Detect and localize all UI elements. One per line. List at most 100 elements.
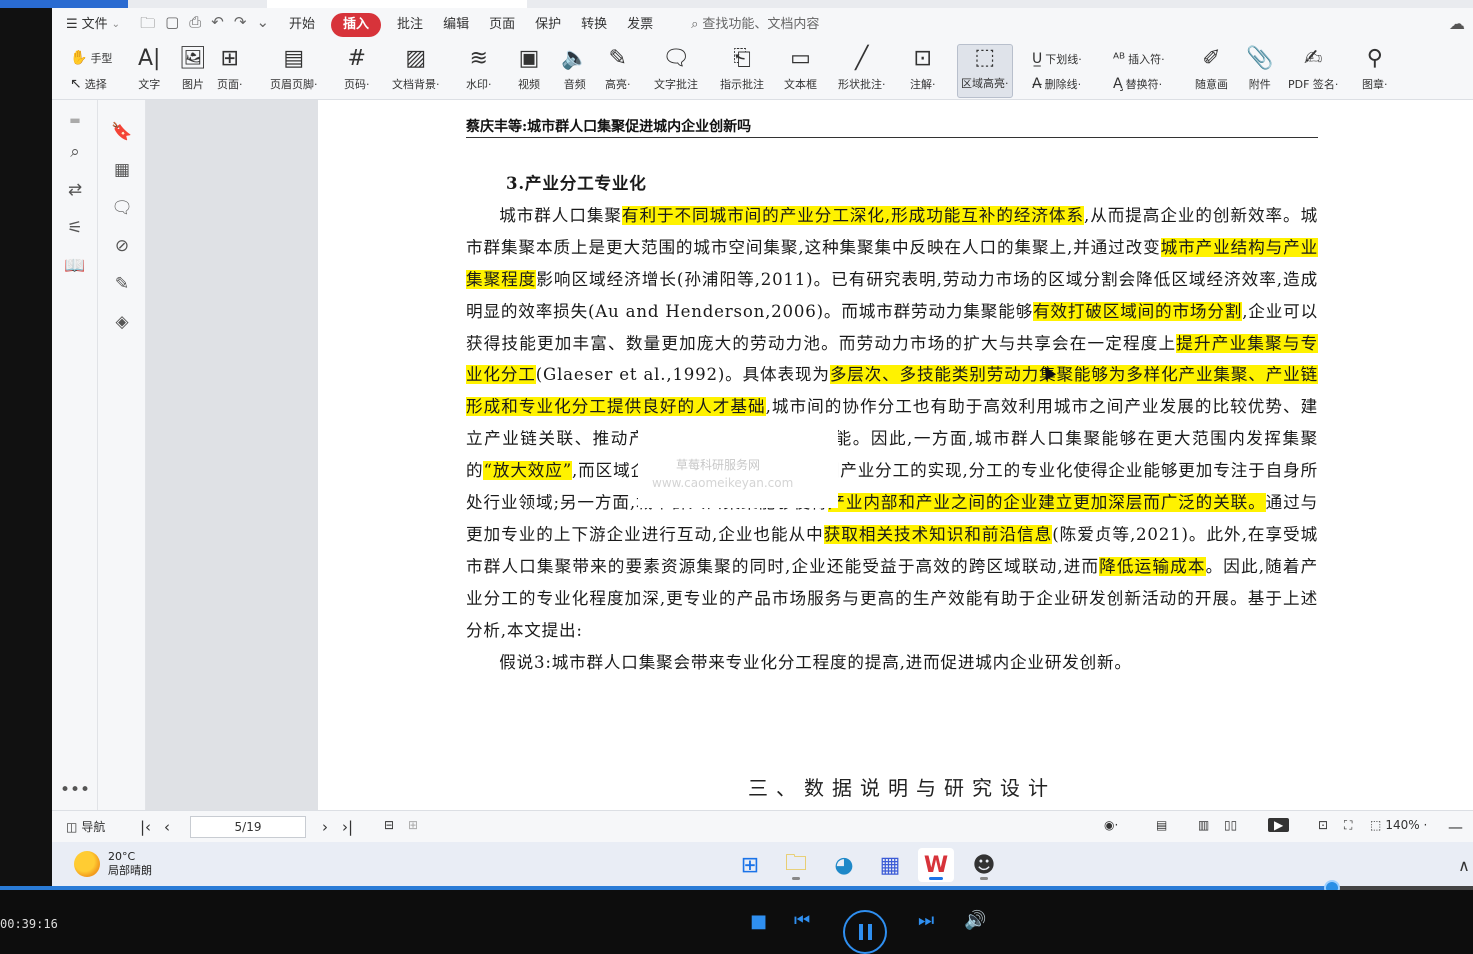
- thumbnail-icon[interactable]: ▦: [107, 158, 137, 182]
- annotation-button[interactable]: ⊡ 注解·: [910, 46, 936, 92]
- tab-invoice[interactable]: 发票: [617, 13, 663, 37]
- page-number-button[interactable]: # 页码·: [344, 46, 370, 92]
- next-page-button[interactable]: ›: [322, 818, 328, 836]
- pointer-comment-icon: ⎗: [733, 46, 751, 71]
- shape-comment-button[interactable]: ╱ 形状批注·: [838, 46, 886, 92]
- search-doc-icon[interactable]: ⌕: [60, 140, 90, 164]
- drag-handle-icon[interactable]: ▬: [60, 108, 90, 132]
- watermark-button[interactable]: ≋ 水印·: [466, 46, 492, 92]
- watermark-text: 草莓科研服务网: [676, 458, 761, 472]
- select-tool-button[interactable]: ↖ 选择: [70, 76, 107, 92]
- two-page-icon: ▯▯: [1224, 818, 1238, 832]
- zoom-out-button[interactable]: —: [1448, 818, 1463, 836]
- signature-panel-icon[interactable]: ✎: [107, 272, 137, 296]
- actual-size-button[interactable]: ⊡: [1318, 818, 1328, 832]
- search-box[interactable]: ⌕ 查找功能、文档内容: [681, 13, 829, 37]
- pointer-comment-button[interactable]: ⎗ 指示批注: [720, 46, 764, 92]
- attachment-button[interactable]: 📎 附件: [1246, 46, 1273, 92]
- pdf-sign-button[interactable]: ✍ PDF 签名·: [1288, 46, 1338, 92]
- settings-slider-icon[interactable]: ⚟: [60, 216, 90, 240]
- previous-button[interactable]: ⏮: [794, 910, 810, 931]
- single-page-button[interactable]: ▤: [1156, 818, 1167, 832]
- redo-icon[interactable]: ↷: [234, 13, 247, 38]
- freehand-button[interactable]: ✐ 随意画: [1195, 46, 1228, 92]
- wps-office-button[interactable]: W: [918, 848, 954, 882]
- volume-button[interactable]: 🔊: [964, 910, 986, 931]
- attachment-panel-icon[interactable]: ⊘: [107, 234, 137, 258]
- stop-button[interactable]: ■: [750, 911, 767, 932]
- print-icon[interactable]: ⎙: [189, 13, 201, 38]
- tab-page[interactable]: 页面: [479, 13, 525, 37]
- eye-protect-button[interactable]: ◉·: [1104, 818, 1118, 832]
- audio-button[interactable]: 🔈 音频: [561, 46, 588, 92]
- text-comment-button[interactable]: 🗨 文字批注: [654, 46, 698, 92]
- text-comment-icon: 🗨: [662, 46, 690, 71]
- chevron-right-icon: ›: [322, 818, 328, 836]
- background-button[interactable]: ▨ 文档背景·: [392, 46, 440, 92]
- textbox-button[interactable]: ▭ 文本框: [784, 46, 817, 92]
- tab-edit[interactable]: 编辑: [433, 13, 479, 37]
- tab-comment[interactable]: 批注: [387, 13, 433, 37]
- next-button[interactable]: ⏭: [918, 910, 934, 931]
- book-icon[interactable]: 📖: [60, 254, 90, 278]
- quick-access: 🗀 ▢ ⎙ ↶ ↷ ⌄: [130, 13, 279, 38]
- cloud-sync-icon[interactable]: ☁: [1449, 14, 1465, 33]
- open-icon[interactable]: 🗀: [140, 13, 155, 38]
- more-icon[interactable]: ⌄: [256, 13, 269, 38]
- document-tab[interactable]: [267, 0, 527, 8]
- file-menu[interactable]: ☰ 文件 ⌄: [52, 13, 130, 37]
- stamp-button[interactable]: ⚲ 图章·: [1362, 46, 1388, 92]
- tab-insert[interactable]: 插入: [331, 13, 382, 37]
- last-page-icon: ›|: [342, 818, 354, 836]
- save-icon[interactable]: ▢: [165, 13, 179, 38]
- area-highlight-button[interactable]: ⬚ 区域高亮·: [957, 44, 1013, 98]
- undo-icon[interactable]: ↶: [211, 13, 224, 38]
- more-options-icon[interactable]: •••: [60, 778, 90, 802]
- underline-button[interactable]: U̲ 下划线·: [1032, 51, 1082, 67]
- insert-image-button[interactable]: 🖼 图片: [179, 46, 207, 92]
- windows-taskbar: 20°C 局部晴朗 ⊞ 🗀 ◕ ▦ W ☻ ∧: [52, 842, 1473, 888]
- page-number-input[interactable]: 5/19: [190, 816, 306, 838]
- bookmark-icon[interactable]: 🔖: [107, 120, 137, 144]
- edge-browser-button[interactable]: ◕: [826, 848, 862, 882]
- forward-view-button[interactable]: ⊞: [408, 818, 418, 832]
- start-button[interactable]: ⊞: [732, 848, 768, 882]
- last-page-button[interactable]: ›|: [342, 818, 353, 836]
- highlight-button[interactable]: ✎ 高亮·: [605, 46, 631, 92]
- qq-app-button[interactable]: ☻: [966, 848, 1002, 882]
- insert-page-button[interactable]: ⊞ 页面·: [217, 46, 243, 92]
- playback-time: 00:39:16: [0, 917, 58, 931]
- tray-overflow-button[interactable]: ∧: [1446, 848, 1473, 882]
- paragraph: 城市群人口集聚有利于不同城市间的产业分工深化,形成功能互补的经济体系,从而提高企…: [466, 205, 1319, 640]
- tab-start[interactable]: 开始: [279, 13, 325, 37]
- two-page-button[interactable]: ▯▯: [1224, 818, 1237, 832]
- zoom-dropdown[interactable]: ⬚ 140% ·: [1370, 818, 1427, 832]
- prev-page-button[interactable]: ‹: [164, 818, 170, 836]
- translate-icon[interactable]: ⇄: [60, 178, 90, 202]
- back-view-button[interactable]: ⊟: [384, 818, 394, 832]
- insert-text-button[interactable]: A| 文字: [138, 46, 160, 92]
- play-button[interactable]: ▶: [1268, 818, 1290, 832]
- video-button[interactable]: ▣ 视频: [518, 46, 540, 92]
- strikethrough-button[interactable]: A̶ 删除线·: [1032, 76, 1081, 92]
- header-footer-button[interactable]: ▤ 页眉页脚·: [270, 46, 318, 92]
- tab-convert[interactable]: 转换: [571, 13, 617, 37]
- first-page-button[interactable]: |‹: [140, 818, 151, 836]
- insert-char-button[interactable]: ᴬᴮ 插入符·: [1113, 51, 1165, 67]
- fit-page-button[interactable]: ⛶: [1344, 818, 1352, 833]
- header-rule: [466, 137, 1318, 138]
- weather-widget[interactable]: 20°C 局部晴朗: [74, 850, 152, 878]
- calculator-app-button[interactable]: ▦: [872, 848, 908, 882]
- layers-icon[interactable]: ◈: [107, 310, 137, 334]
- play-icon: ▶: [1274, 818, 1284, 832]
- tab-protect[interactable]: 保护: [525, 13, 571, 37]
- document-canvas[interactable]: 蔡庆丰等:城市群人口集聚促进城内企业创新吗 3.产业分工专业化 城市群人口集聚有…: [146, 100, 1473, 810]
- replace-char-button[interactable]: A̧ 替换符·: [1113, 76, 1162, 92]
- file-explorer-button[interactable]: 🗀: [778, 848, 814, 882]
- hand-tool-button[interactable]: ✋ 手型: [70, 50, 112, 66]
- window-tab[interactable]: [52, 0, 128, 8]
- navigation-button[interactable]: ◫ 导航: [66, 818, 105, 835]
- comment-icon[interactable]: 🗨: [107, 196, 137, 220]
- pause-button[interactable]: [843, 910, 887, 954]
- continuous-page-button[interactable]: ▥: [1198, 818, 1209, 832]
